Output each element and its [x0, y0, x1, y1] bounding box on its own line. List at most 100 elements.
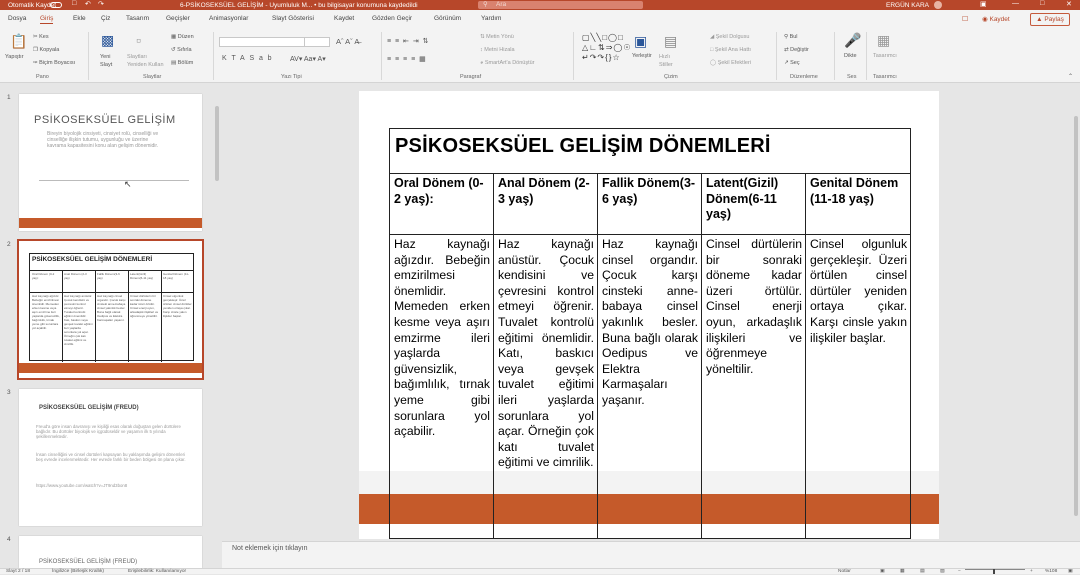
shape-outline-button[interactable]: □ Şekil Ana Hattı [710, 47, 751, 53]
maximize-icon[interactable]: □ [1040, 0, 1044, 7]
format-painter-button[interactable]: ✑ Biçim Boyacısı [33, 60, 75, 66]
list-buttons[interactable]: ≡ ≡ ⇤ ⇥ ⇅ [387, 37, 430, 45]
paste-icon[interactable]: 📋 [10, 33, 27, 50]
share-button[interactable]: ▲ Paylaş [1030, 13, 1070, 26]
language-status[interactable]: İngilizce (Birleşik Krallık) [52, 569, 104, 575]
zoom-level[interactable]: %108 [1045, 569, 1057, 575]
slide-thumbnail-1[interactable]: PSİKOSEKSÜEL GELİŞİM Bireyin biyolojik c… [19, 94, 202, 231]
slide-thumbnail-2[interactable]: PSİKOSEKSÜEL GELİŞİM DÖNEMLERİ Oral Döne… [17, 239, 204, 380]
shapes-gallery[interactable]: ▢╲╲□◯□ △∟⇅⇒◯☉ ↵↷↷{}☆ [582, 33, 632, 63]
undo-icon[interactable]: ↶ [85, 0, 91, 8]
tab-gozden-gecir[interactable]: Gözden Geçir [372, 15, 412, 22]
find-button[interactable]: ⚲ Bul [784, 34, 798, 40]
body-latent[interactable]: Cinsel dürtülerin bir sonraki döneme kad… [701, 234, 806, 539]
tab-gecisler[interactable]: Geçişler [166, 15, 190, 22]
tab-giris[interactable]: Giriş [40, 15, 54, 24]
header-anal[interactable]: Anal Dönem (2-3 yaş) [493, 173, 598, 235]
collapse-ribbon-icon[interactable]: ⌃ [1068, 73, 1073, 80]
slide-title[interactable]: PSİKOSEKSÜEL GELİŞİM DÖNEMLERİ [388, 128, 912, 174]
tab-tasarim[interactable]: Tasarım [126, 15, 149, 22]
group-label-slaytlar: Slaytlar [143, 74, 162, 80]
comments-icon[interactable]: ☐ [962, 15, 968, 23]
layout-button[interactable]: ▦ Düzen [171, 34, 194, 40]
tab-gorunum[interactable]: Görünüm [434, 15, 461, 22]
text-direction-button[interactable]: ⇅ Metin Yönü [480, 34, 514, 40]
align-text-button[interactable]: ↕ Metni Hizala [480, 47, 515, 53]
cut-button[interactable]: ✂ Kes [33, 34, 49, 40]
copy-button[interactable]: ❐ Kopyala [33, 47, 59, 53]
reset-button[interactable]: ↺ Sıfırla [171, 47, 192, 53]
redo-icon[interactable]: ↷ [98, 0, 104, 8]
notes-toggle[interactable]: Notlar [838, 569, 851, 575]
header-genital[interactable]: Genital Dönem (11-18 yaş) [804, 173, 912, 235]
search-box[interactable]: ⚲ Ara [478, 1, 643, 9]
editor-scrollbar[interactable] [1073, 86, 1080, 541]
ribbon: 📋 Yapıştır ✂ Kes ❐ Kopyala ✑ Biçim Boyac… [0, 28, 1080, 83]
ribbon-display-icon[interactable]: ▣ [980, 0, 987, 8]
arrange-icon[interactable]: ▣ [634, 33, 647, 50]
font-size-buttons[interactable]: Aˆ Aˇ A̶ [336, 37, 359, 46]
zoom-in-icon[interactable]: + [1030, 569, 1033, 575]
dictate-button[interactable]: Dikte [844, 53, 857, 59]
header-fallik[interactable]: Fallik Dönem(3-6 yaş) [597, 173, 702, 235]
new-slide-icon[interactable]: ▩ [101, 32, 114, 49]
body-oral[interactable]: Haz kaynağı ağızdır. Bebeğin emzirilmesi… [389, 234, 494, 539]
designer-icon[interactable]: ▦ [877, 32, 890, 49]
font-color-buttons[interactable]: AV▾ Aa▾ A▾ [290, 55, 326, 63]
zoom-slider[interactable] [965, 569, 1025, 570]
accessibility-status[interactable]: Erişilebilirlik: Kullanılamıyor [128, 569, 186, 575]
tab-dosya[interactable]: Dosya [8, 15, 26, 22]
notes-pane[interactable]: Not eklemek için tıklayın [222, 541, 1080, 568]
header-oral[interactable]: Oral Dönem (0-2 yaş): [389, 173, 494, 235]
quick-styles-button[interactable]: Hızlı Stiller [659, 53, 685, 69]
shape-effects-button[interactable]: ◯ Şekil Efektleri [710, 60, 751, 66]
slide-sorter-icon[interactable]: ▦ [900, 569, 905, 575]
save-icon[interactable]: □ [72, 0, 76, 7]
slide-thumbnail-3[interactable]: PSİKOSEKSÜEL GELİŞİM (FREUD) Freud'a gör… [19, 389, 202, 526]
shape-fill-button[interactable]: ◢ Şekil Dolgusu [710, 34, 749, 40]
reading-view-icon[interactable]: ▤ [920, 569, 925, 575]
autosave-toggle[interactable] [50, 2, 62, 8]
thumbnails-scrollbar[interactable] [214, 86, 220, 564]
body-genital[interactable]: Cinsel olgunluk gerçekleşir. Üzeri örtül… [804, 234, 912, 539]
avatar[interactable] [934, 1, 942, 9]
zoom-slider-handle[interactable] [993, 569, 995, 574]
fit-slide-icon[interactable]: ▣ [1068, 569, 1073, 575]
save-button[interactable]: ◉ Kaydet [982, 15, 1010, 23]
close-icon[interactable]: ✕ [1066, 0, 1072, 8]
body-anal[interactable]: Haz kaynağı anüstür. Çocuk kendisini ve … [493, 234, 598, 539]
header-latent[interactable]: Latent(Gizil) Dönem(6-11 yaş) [701, 173, 806, 235]
paste-button[interactable]: Yapıştır [5, 54, 24, 60]
new-slide-button[interactable]: Yeni Slayt [100, 53, 122, 69]
font-format-buttons[interactable]: KTASab [222, 55, 276, 62]
tab-ekle[interactable]: Ekle [73, 15, 86, 22]
body-fallik[interactable]: Haz kaynağı cinsel organdır. Çocuk karşı… [597, 234, 702, 539]
select-button[interactable]: ↗ Seç [784, 60, 800, 66]
align-buttons[interactable]: ≡ ≡ ≡ ≡ ▦ [387, 55, 427, 63]
stages-table[interactable]: PSİKOSEKSÜEL GELİŞİM DÖNEMLERİ Oral Döne… [388, 128, 912, 539]
tab-animasyonlar[interactable]: Animasyonlar [209, 15, 248, 22]
quick-styles-icon[interactable]: ▤ [664, 33, 677, 50]
normal-view-icon[interactable]: ▣ [880, 569, 885, 575]
thumb-number-3: 3 [7, 389, 11, 396]
minimize-icon[interactable]: — [1012, 0, 1019, 7]
microphone-icon[interactable]: 🎤 [844, 32, 861, 49]
section-button[interactable]: ▤ Bölüm [171, 60, 193, 66]
designer-button[interactable]: Tasarımcı [873, 53, 897, 59]
smartart-button[interactable]: ◕ SmartArt'a Dönüştür [480, 60, 535, 66]
arrange-button[interactable]: Yerleştir [632, 53, 652, 59]
replace-button[interactable]: ⇄ Değiştir [784, 47, 809, 53]
tab-slayt-gosterisi[interactable]: Slayt Gösterisi [272, 15, 314, 22]
current-slide[interactable]: PSİKOSEKSÜEL GELİŞİM DÖNEMLERİ Oral Döne… [359, 91, 939, 539]
title-bar: Otomatik Kaydet □ ↶ ↷ 6-PSİKOSEKSÜEL GEL… [0, 0, 1080, 10]
user-name[interactable]: ERGÜN KARA [886, 2, 929, 9]
tab-yardim[interactable]: Yardım [481, 15, 501, 22]
reuse-slides-button[interactable]: Slaytları Yeniden Kullan [127, 53, 167, 69]
zoom-out-icon[interactable]: − [958, 569, 961, 575]
tab-kaydet[interactable]: Kaydet [334, 15, 354, 22]
font-size-input[interactable] [304, 37, 330, 47]
notes-placeholder[interactable]: Not eklemek için tıklayın [232, 545, 307, 552]
slideshow-icon[interactable]: ▧ [940, 569, 945, 575]
slide-thumbnail-4[interactable]: PSİKOSEKSÜEL GELİŞİM (FREUD) [19, 536, 202, 568]
tab-ciz[interactable]: Çiz [101, 15, 110, 22]
